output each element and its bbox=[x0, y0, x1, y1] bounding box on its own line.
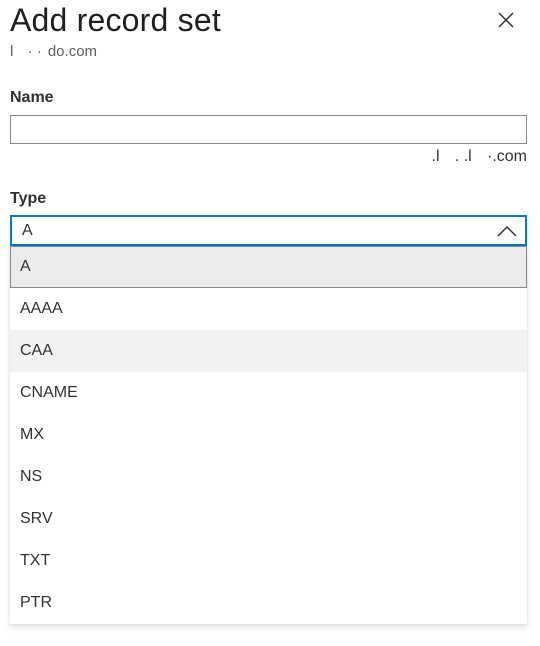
option-label: PTR bbox=[20, 594, 52, 611]
close-button[interactable] bbox=[492, 8, 520, 36]
option-label: NS bbox=[20, 468, 43, 485]
option-label: CAA bbox=[20, 342, 53, 359]
type-option-mx[interactable]: MX bbox=[10, 414, 527, 456]
type-option-a[interactable]: A bbox=[10, 246, 527, 288]
option-label: TXT bbox=[20, 552, 51, 569]
chevron-up-icon bbox=[497, 222, 517, 240]
option-label: CNAME bbox=[20, 384, 78, 401]
type-option-cname[interactable]: CNAME bbox=[10, 372, 527, 414]
type-option-caa[interactable]: CAA bbox=[10, 330, 527, 372]
type-label: Type bbox=[10, 190, 47, 207]
type-option-srv[interactable]: SRV bbox=[10, 498, 527, 540]
option-label: AAAA bbox=[20, 300, 63, 317]
type-option-txt[interactable]: TXT bbox=[10, 540, 527, 582]
type-selected-value: A bbox=[22, 221, 33, 239]
type-option-ptr[interactable]: PTR bbox=[10, 582, 527, 624]
name-input[interactable] bbox=[10, 115, 527, 144]
type-options-list: A AAAA CAA CNAME MX NS SRV TXT PTR bbox=[10, 246, 527, 624]
panel-title: Add record set bbox=[10, 2, 221, 38]
panel-subtitle-zone-name: l · · do.com bbox=[10, 43, 98, 60]
type-option-aaaa[interactable]: AAAA bbox=[10, 288, 527, 330]
name-label: Name bbox=[10, 89, 54, 106]
option-label: A bbox=[20, 258, 31, 275]
option-label: SRV bbox=[20, 510, 53, 527]
type-dropdown[interactable]: A bbox=[10, 215, 527, 246]
close-icon bbox=[497, 11, 515, 34]
name-domain-suffix: .l . .l ·.com bbox=[431, 148, 527, 165]
type-option-ns[interactable]: NS bbox=[10, 456, 527, 498]
option-label: MX bbox=[20, 426, 44, 443]
